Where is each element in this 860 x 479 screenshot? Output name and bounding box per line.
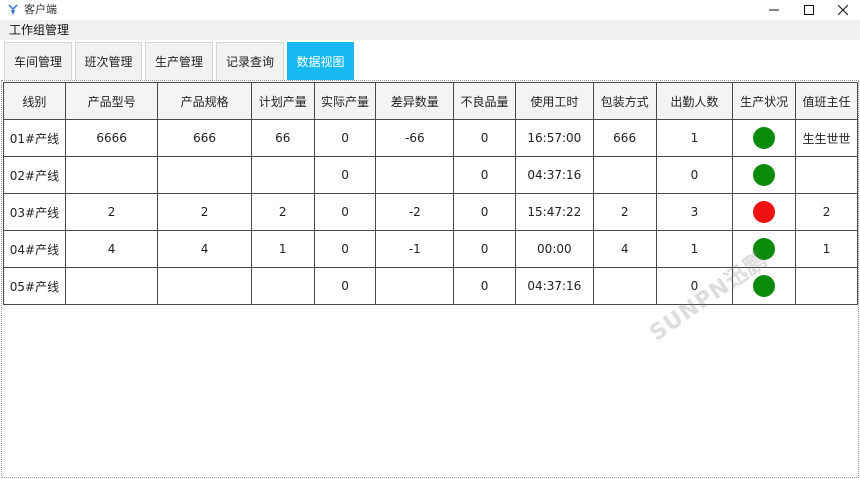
column-header[interactable]: 包装方式 <box>592 82 657 120</box>
column-header[interactable]: 使用工时 <box>514 82 594 120</box>
status-cell <box>732 156 797 194</box>
tab-record-query[interactable]: 记录查询 <box>216 42 284 80</box>
status-indicator-icon <box>753 127 776 149</box>
table-cell: 3 <box>655 193 734 231</box>
table-cell <box>250 156 315 194</box>
table-cell: 2 <box>795 193 858 231</box>
table-cell: 2 <box>64 193 159 231</box>
status-cell <box>732 119 797 157</box>
column-header[interactable]: 产品型号 <box>64 82 159 120</box>
table-cell: 1 <box>655 230 734 268</box>
column-header[interactable]: 产品规格 <box>157 82 252 120</box>
column-header[interactable]: 实际产量 <box>313 82 377 120</box>
column-header[interactable]: 出勤人数 <box>655 82 734 120</box>
close-button[interactable] <box>823 0 860 20</box>
table-cell <box>795 267 858 305</box>
table-cell: 04#产线 <box>3 230 66 268</box>
table-cell <box>64 267 159 305</box>
table-cell: 0 <box>313 156 377 194</box>
table-cell: 1 <box>795 230 858 268</box>
table-cell: 0 <box>313 267 377 305</box>
status-indicator-icon <box>753 201 776 223</box>
table-header-row: 线别 产品型号 产品规格 计划产量 实际产量 差异数量 不良品量 使用工时 包装… <box>3 82 858 120</box>
table-cell <box>157 267 252 305</box>
table-cell: 2 <box>157 193 252 231</box>
table-cell: 4 <box>64 230 159 268</box>
table-cell: -1 <box>375 230 455 268</box>
table-cell: 04:37:16 <box>514 156 594 194</box>
table-cell: 0 <box>453 119 516 157</box>
column-header[interactable]: 计划产量 <box>250 82 315 120</box>
column-header[interactable]: 线别 <box>3 82 66 120</box>
column-header[interactable]: 差异数量 <box>375 82 455 120</box>
status-indicator-icon <box>753 164 776 186</box>
table-cell: 00:00 <box>514 230 594 268</box>
tab-data-view[interactable]: 数据视图 <box>287 42 354 80</box>
table-cell: 0 <box>313 193 377 231</box>
table-cell: 666 <box>592 119 657 157</box>
table-cell: 15:47:22 <box>514 193 594 231</box>
table-cell: 03#产线 <box>3 193 66 231</box>
tab-workshop-management[interactable]: 车间管理 <box>4 42 72 80</box>
table-cell: 0 <box>453 230 516 268</box>
table-cell: 4 <box>157 230 252 268</box>
table-cell: 4 <box>592 230 657 268</box>
table-cell: 2 <box>250 193 315 231</box>
table-cell: 生生世世 <box>795 119 858 157</box>
table-cell: -66 <box>375 119 455 157</box>
table-cell: 0 <box>453 193 516 231</box>
title-bar: 客户端 <box>0 0 860 20</box>
close-icon <box>838 5 848 15</box>
table-cell: 01#产线 <box>3 119 66 157</box>
table-cell: 0 <box>655 156 734 194</box>
table-cell: 6666 <box>64 119 159 157</box>
data-view-panel: 线别 产品型号 产品规格 计划产量 实际产量 差异数量 不良品量 使用工时 包装… <box>1 80 859 478</box>
table-cell <box>250 267 315 305</box>
table-cell: 0 <box>313 119 377 157</box>
table-cell: 04:37:16 <box>514 267 594 305</box>
column-header[interactable]: 生产状况 <box>732 82 797 120</box>
table-cell: 2 <box>592 193 657 231</box>
status-cell <box>732 193 797 231</box>
app-logo-icon <box>8 5 18 15</box>
table-cell: 16:57:00 <box>514 119 594 157</box>
minimize-button[interactable] <box>754 0 794 20</box>
table-cell: 66 <box>250 119 315 157</box>
menu-workgroup-management[interactable]: 工作组管理 <box>9 22 69 38</box>
table-cell: 0 <box>453 267 516 305</box>
column-header[interactable]: 不良品量 <box>453 82 516 120</box>
table-row[interactable]: 02#产线 0 0 04:37:16 0 <box>3 156 858 194</box>
table-cell: 02#产线 <box>3 156 66 194</box>
window-title: 客户端 <box>24 3 57 16</box>
table-cell: 05#产线 <box>3 267 66 305</box>
minimize-icon <box>769 9 779 11</box>
table-cell: 0 <box>453 156 516 194</box>
table-cell: -2 <box>375 193 455 231</box>
table-row[interactable]: 03#产线 2 2 2 0 -2 0 15:47:22 2 3 2 <box>3 193 858 231</box>
table-cell <box>157 156 252 194</box>
table-cell: 0 <box>313 230 377 268</box>
menu-bar: 工作组管理 <box>0 20 860 40</box>
tab-shift-management[interactable]: 班次管理 <box>75 42 142 80</box>
maximize-icon <box>804 5 814 15</box>
table-cell <box>375 156 455 194</box>
tab-production-management[interactable]: 生产管理 <box>145 42 213 80</box>
table-cell <box>375 267 455 305</box>
table-cell <box>64 156 159 194</box>
table-cell: 1 <box>655 119 734 157</box>
table-cell <box>795 156 858 194</box>
table-row[interactable]: 01#产线 6666 666 66 0 -66 0 16:57:00 666 1… <box>3 119 858 157</box>
table-cell: 666 <box>157 119 252 157</box>
table-cell <box>592 267 657 305</box>
table-cell: 1 <box>250 230 315 268</box>
tab-strip: 车间管理 班次管理 生产管理 记录查询 数据视图 <box>0 40 860 80</box>
column-header[interactable]: 值班主任 <box>795 82 858 120</box>
table-cell <box>592 156 657 194</box>
